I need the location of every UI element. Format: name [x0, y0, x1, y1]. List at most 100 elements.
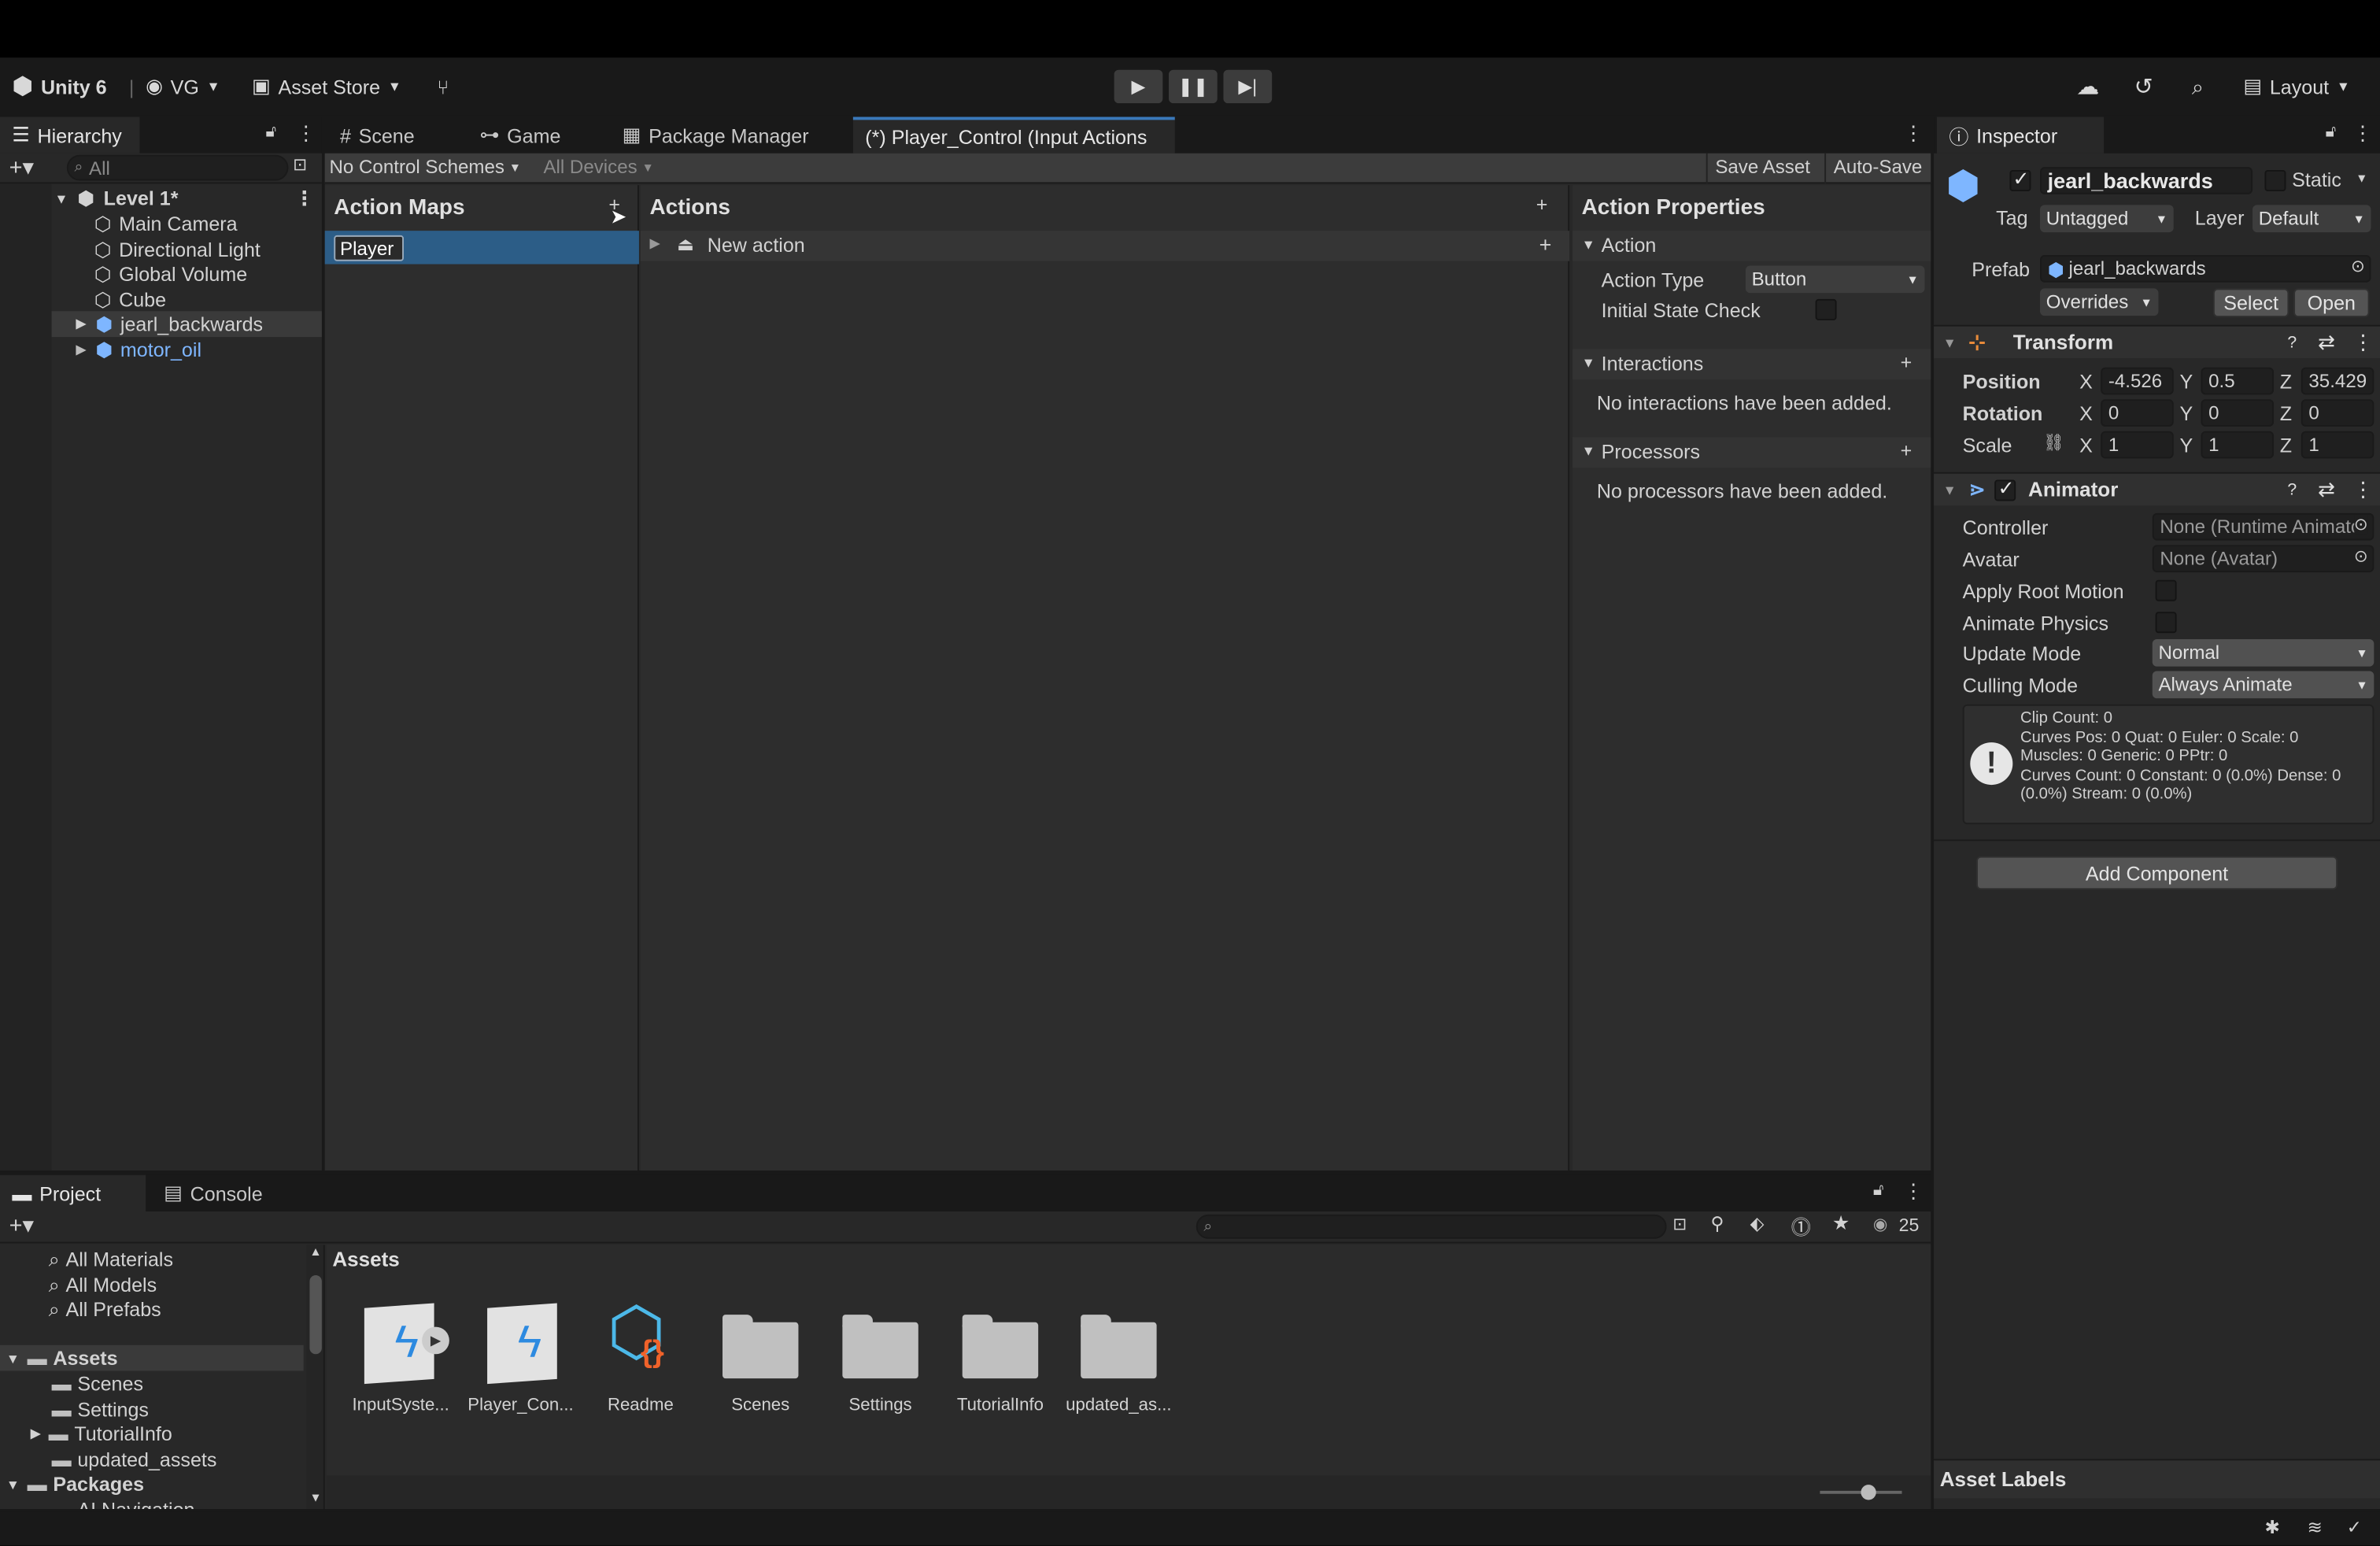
cloud-button[interactable]: ☁	[2076, 70, 2099, 103]
tab-scene[interactable]: # Scene	[328, 117, 427, 153]
component-menu-icon[interactable]: ⋮	[2352, 478, 2373, 502]
processors-section-header[interactable]: ▼ Processors +	[1572, 437, 1931, 468]
object-picker-icon[interactable]: ⊙	[2354, 546, 2368, 566]
lock-icon[interactable]: 🔓︎	[1873, 1181, 1884, 1200]
scale-x-field[interactable]: 1	[2101, 431, 2174, 459]
unity-menu[interactable]: ⬢ Unity 6	[12, 70, 106, 103]
lock-icon[interactable]: 🔓︎	[2326, 123, 2337, 142]
action-map-row-selected[interactable]: Player	[324, 231, 639, 264]
error-filter-icon[interactable]: ⓵	[1791, 1211, 1811, 1241]
controller-field[interactable]: None (Runtime Animator Controller) ⊙	[2152, 512, 2374, 541]
help-icon[interactable]: ?	[2287, 333, 2297, 351]
list-item[interactable]: ▬ Scenes	[52, 1371, 143, 1397]
step-button[interactable]: ▶|	[1223, 69, 1273, 104]
search-button[interactable]: ⌕	[2192, 70, 2204, 103]
animator-header[interactable]: ▼ ⋗ Animator ? ⇄ ⋮	[1934, 472, 2380, 506]
project-search-input[interactable]: ⌕	[1196, 1214, 1667, 1239]
auto-save-toggle[interactable]: Auto-Save	[1834, 157, 1923, 178]
tab-input-actions[interactable]: (*) Player_Control (Input Actions	[852, 117, 1175, 153]
list-item[interactable]: ▬ updated_assets	[52, 1447, 217, 1473]
list-item[interactable]: ⬡ Main Camera	[94, 211, 238, 237]
more-options-icon[interactable]: ⋮	[1903, 1180, 1923, 1204]
asset-item-readme[interactable]: ⬡ {} Readme	[585, 1295, 697, 1415]
preset-icon[interactable]: ⇄	[2318, 478, 2335, 502]
star-icon[interactable]: ★	[1832, 1211, 1850, 1236]
static-checkbox[interactable]	[2264, 170, 2286, 192]
scroll-thumb[interactable]	[309, 1275, 322, 1355]
list-item[interactable]: ⬡ Directional Light	[94, 237, 261, 263]
culling-mode-dropdown[interactable]: Always Animate ▼	[2152, 671, 2374, 699]
rotation-y-field[interactable]: 0	[2201, 399, 2275, 427]
version-control-button[interactable]: ⑂	[437, 70, 449, 103]
overrides-dropdown[interactable]: Overrides ▼	[2040, 288, 2159, 316]
add-binding-icon[interactable]: +	[1539, 232, 1552, 257]
object-picker-icon[interactable]: ⊙	[2353, 514, 2368, 534]
position-x-field[interactable]: -4.526	[2101, 367, 2174, 395]
position-y-field[interactable]: 0.5	[2201, 367, 2275, 395]
slider-thumb[interactable]	[1861, 1485, 1876, 1500]
list-item[interactable]: ⬡ Cube	[94, 287, 166, 313]
add-interaction-icon[interactable]: +	[1901, 351, 1913, 374]
list-item[interactable]: ⌕ All Prefabs	[49, 1296, 161, 1322]
asset-item-player-control[interactable]: ϟ Player_Con...	[464, 1300, 577, 1415]
tab-inspector[interactable]: ⓘ Inspector	[1936, 117, 2105, 153]
tag-dropdown[interactable]: Untagged ▼	[2040, 205, 2174, 233]
initial-state-checkbox[interactable]	[1815, 298, 1837, 320]
hierarchy-search-input[interactable]: ⌕ All	[66, 154, 289, 181]
tab-game[interactable]: ⊶ Game	[468, 117, 573, 153]
rotation-x-field[interactable]: 0	[2101, 399, 2174, 427]
asset-item-inputsystem[interactable]: ϟ ▶ InputSyste...	[345, 1300, 457, 1415]
more-options-icon[interactable]: ⋮	[2352, 121, 2372, 146]
assets-root-row[interactable]: ▼ ▬ Assets	[0, 1344, 304, 1371]
object-picker-icon[interactable]: ⊙	[2351, 257, 2365, 276]
add-processor-icon[interactable]: +	[1901, 438, 1913, 461]
progress-icon[interactable]: ✓	[2347, 1517, 2362, 1538]
asset-item-settings[interactable]: Settings	[824, 1300, 937, 1415]
save-asset-button[interactable]: Save Asset	[1715, 157, 1810, 178]
animate-physics-checkbox[interactable]	[2155, 612, 2177, 634]
open-button[interactable]: Open	[2293, 288, 2370, 318]
scroll-down-icon[interactable]: ▼	[309, 1491, 321, 1504]
action-map-name-input[interactable]: Player	[334, 235, 405, 261]
tab-hierarchy[interactable]: ☰ Hierarchy	[0, 117, 140, 153]
component-menu-icon[interactable]: ⋮	[2352, 330, 2373, 354]
tab-package-manager[interactable]: ▦ Package Manager	[610, 117, 821, 153]
action-section-header[interactable]: ▼ Action	[1572, 231, 1931, 261]
bug-icon[interactable]: ✱	[2264, 1517, 2279, 1538]
packages-root-row[interactable]: ▼ ▬ Packages	[6, 1471, 144, 1497]
tab-console[interactable]: ▤ Console	[152, 1175, 275, 1211]
list-item-selected[interactable]: ▶ ⬢ jearl_backwards	[51, 311, 322, 338]
animator-enabled-checkbox[interactable]	[1994, 476, 2016, 501]
search-options-icon[interactable]: ⊡	[293, 155, 307, 175]
asset-store-dropdown[interactable]: ▣ Asset Store ▼	[252, 70, 401, 103]
help-icon[interactable]: ?	[2287, 480, 2297, 498]
search-options-icon[interactable]: ⊡	[1672, 1215, 1687, 1234]
transform-header[interactable]: ▼ ⊹ Transform ? ⇄ ⋮	[1934, 324, 2380, 359]
scene-row[interactable]: ▼ ⬢ Level 1* ⋮	[54, 185, 321, 211]
position-z-field[interactable]: 35.429	[2301, 367, 2374, 395]
add-action-icon[interactable]: +	[1536, 193, 1548, 216]
layer-dropdown[interactable]: Default ▼	[2252, 205, 2371, 233]
tab-project[interactable]: ▬ Project	[0, 1174, 146, 1212]
play-button[interactable]: ▶	[1114, 69, 1163, 104]
asset-item-updated-assets[interactable]: updated_as...	[1062, 1300, 1175, 1415]
more-options-icon[interactable]: ⋮	[1903, 121, 1923, 146]
list-item[interactable]: ▬ Settings	[52, 1396, 149, 1422]
scale-y-field[interactable]: 1	[2201, 431, 2275, 459]
filter-by-label-icon[interactable]: ⬖	[1750, 1213, 1765, 1234]
object-name-input[interactable]: jearl_backwards	[2040, 167, 2253, 194]
scroll-up-icon[interactable]: ▲	[309, 1245, 321, 1258]
more-options-icon[interactable]: ⋮	[296, 121, 316, 146]
control-schemes-dropdown[interactable]: No Control Schemes ▼	[330, 157, 521, 178]
hidden-packages-icon[interactable]: ◉	[1873, 1215, 1888, 1234]
update-mode-dropdown[interactable]: Normal ▼	[2152, 638, 2374, 667]
list-item[interactable]: ▬AI Navigation	[52, 1497, 195, 1510]
list-item[interactable]: ⌕ All Models	[49, 1272, 157, 1298]
chevron-down-icon[interactable]: ▼	[2356, 172, 2367, 185]
constrain-proportions-icon[interactable]: ⛓	[2043, 433, 2064, 453]
cache-icon[interactable]: ≋	[2307, 1517, 2322, 1538]
action-row[interactable]: ▶ ⏏ New action +	[640, 231, 1570, 261]
rotation-z-field[interactable]: 0	[2301, 399, 2374, 427]
devices-dropdown[interactable]: All Devices ▼	[543, 157, 653, 178]
pause-button[interactable]: ❚❚	[1169, 69, 1218, 104]
